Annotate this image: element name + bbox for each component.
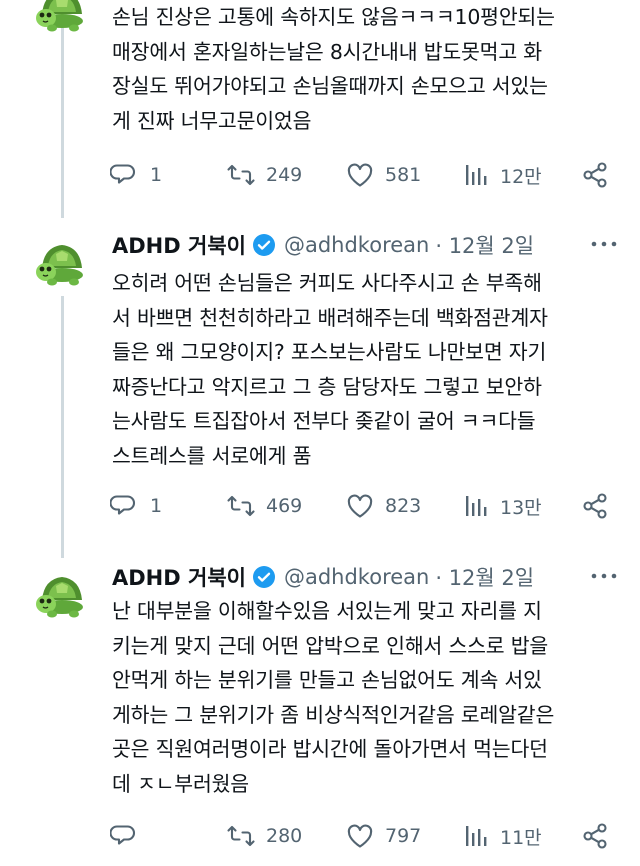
tweet-header: ADHD 거북이 @adhdkorean · 12월 2일: [112, 560, 620, 594]
retweet-button[interactable]: 280: [226, 816, 302, 856]
tweet-date[interactable]: · 12월 2일: [435, 230, 534, 260]
views-count: 12만: [500, 165, 542, 188]
like-button[interactable]: 581: [345, 155, 421, 195]
retweet-button[interactable]: 249: [226, 155, 302, 195]
heart-icon: [347, 824, 373, 848]
verified-badge-icon: [252, 234, 275, 256]
tweet-text: 난 대부분을 이해할수있음 서있는게 맞고 자리를 지 키는게 맞지 근데 어떤…: [112, 599, 555, 796]
views-icon: [466, 496, 487, 516]
retweet-icon: [227, 495, 255, 517]
tweet-3: ADHD 거북이 @adhdkorean · 12월 2일 난 대부분을 이해할…: [0, 560, 640, 866]
display-name[interactable]: ADHD 거북이: [112, 230, 246, 260]
views-icon: [466, 826, 487, 846]
views-count: 11만: [500, 826, 542, 849]
retweet-count: 280: [266, 825, 303, 847]
tweet-text: 손님 진상은 고통에 속하지도 않음ㅋㅋㅋ10평안되는 매장에서 혼자일하는날은…: [112, 5, 555, 133]
tweet-header: ADHD 거북이 @adhdkorean · 12월 2일: [112, 228, 620, 262]
reply-count: 1: [150, 495, 163, 517]
views-button[interactable]: 11만: [460, 816, 542, 856]
share-icon[interactable]: [580, 491, 610, 521]
verified-badge-icon: [252, 566, 275, 588]
tweet-text: 오히려 어떤 손님들은 커피도 사다주시고 손 부족해 서 바쁘면 천천히하라고…: [112, 271, 548, 468]
handle[interactable]: @adhdkorean: [284, 233, 429, 257]
reply-icon: [110, 825, 136, 845]
views-icon: [466, 165, 487, 185]
like-button[interactable]: 797: [345, 816, 421, 856]
heart-icon: [347, 494, 373, 518]
like-count: 797: [385, 825, 422, 847]
reply-button[interactable]: [110, 816, 150, 856]
tweet-2: ADHD 거북이 @adhdkorean · 12월 2일 오히려 어떤 손님들…: [0, 228, 640, 558]
retweet-button[interactable]: 469: [226, 486, 302, 526]
retweet-icon: [227, 825, 255, 847]
retweet-count: 469: [266, 495, 303, 517]
share-icon[interactable]: [580, 821, 610, 851]
tweet-1: 손님 진상은 고통에 속하지도 않음ㅋㅋㅋ10평안되는 매장에서 혼자일하는날은…: [0, 0, 640, 230]
views-button[interactable]: 12만: [460, 155, 542, 195]
avatar-turtle-icon[interactable]: [34, 564, 90, 620]
tweet-actions: 1 469 823 13만: [0, 486, 640, 526]
share-icon[interactable]: [580, 160, 610, 190]
retweet-count: 249: [266, 164, 303, 186]
like-count: 581: [385, 164, 422, 186]
reply-button[interactable]: 1: [110, 486, 162, 526]
reply-button[interactable]: 1: [110, 155, 162, 195]
more-options-icon[interactable]: [590, 234, 618, 254]
handle[interactable]: @adhdkorean: [284, 565, 429, 589]
like-count: 823: [385, 495, 422, 517]
avatar-turtle-icon[interactable]: [34, 232, 90, 288]
more-options-icon[interactable]: [590, 566, 618, 586]
like-button[interactable]: 823: [345, 486, 421, 526]
retweet-icon: [227, 164, 255, 186]
reply-icon: [110, 164, 136, 184]
avatar-turtle-icon[interactable]: [34, 0, 90, 34]
tweet-date[interactable]: · 12월 2일: [435, 562, 534, 592]
views-button[interactable]: 13만: [460, 486, 542, 526]
reply-count: 1: [150, 164, 163, 186]
tweet-actions: 280 797 11만: [0, 816, 640, 856]
heart-icon: [347, 163, 373, 187]
reply-icon: [110, 495, 136, 515]
display-name[interactable]: ADHD 거북이: [112, 562, 246, 592]
views-count: 13만: [500, 496, 542, 519]
tweet-actions: 1 249 581 12만: [0, 155, 640, 195]
